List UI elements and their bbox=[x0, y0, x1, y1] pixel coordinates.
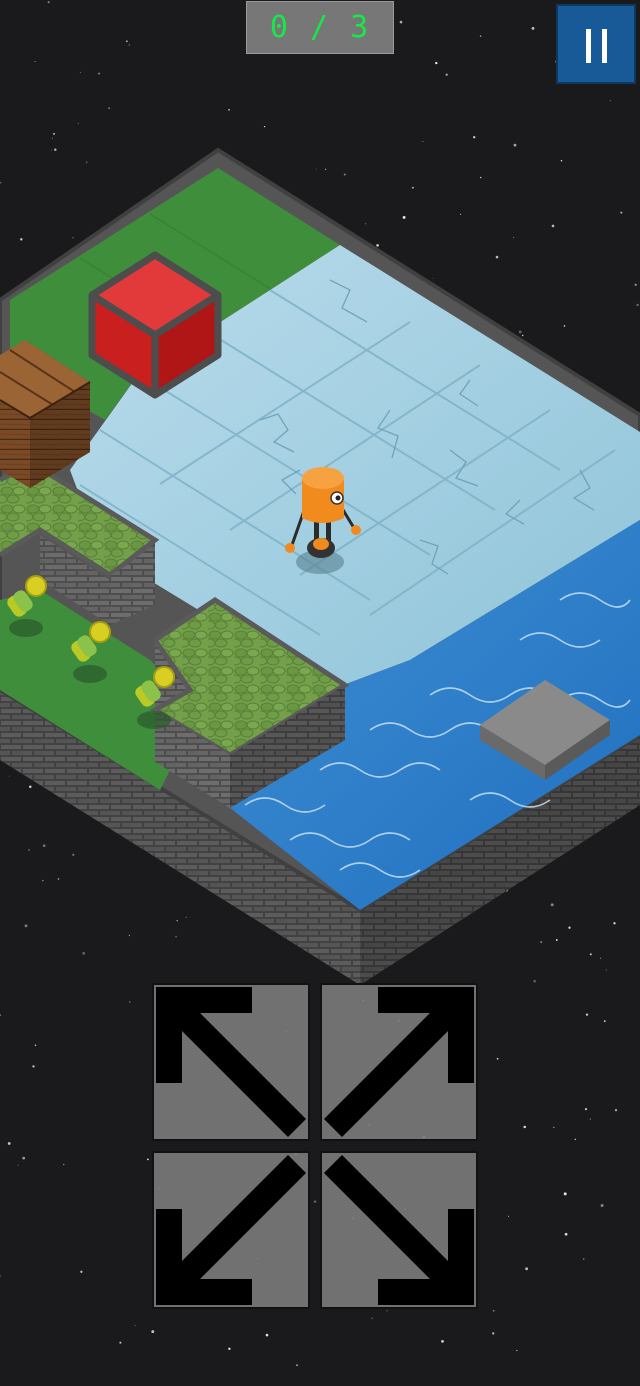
star bbox=[0, 1014, 2, 1017]
star bbox=[584, 1108, 588, 1111]
star bbox=[603, 1020, 606, 1023]
star bbox=[32, 1065, 35, 1068]
star bbox=[63, 1163, 65, 1166]
star bbox=[589, 1118, 591, 1120]
star bbox=[386, 1310, 388, 1312]
arrow-down-left-icon bbox=[156, 1155, 306, 1305]
star bbox=[525, 1267, 528, 1271]
star bbox=[119, 1341, 122, 1344]
star bbox=[563, 1192, 567, 1196]
star bbox=[129, 1001, 131, 1003]
star bbox=[134, 1325, 136, 1327]
star bbox=[496, 1057, 499, 1060]
arrow-up-left-icon bbox=[156, 987, 306, 1137]
star bbox=[7, 1142, 11, 1145]
star bbox=[564, 1232, 568, 1236]
star bbox=[313, 1200, 317, 1203]
star bbox=[614, 1108, 618, 1112]
star bbox=[441, 1340, 444, 1343]
star bbox=[600, 1204, 604, 1207]
star bbox=[582, 1258, 585, 1260]
move-up-right-button[interactable] bbox=[320, 983, 478, 1141]
star bbox=[523, 1125, 526, 1129]
move-down-right-button[interactable] bbox=[320, 1151, 478, 1309]
star bbox=[265, 1333, 269, 1337]
star bbox=[34, 1044, 37, 1047]
move-down-left-button[interactable] bbox=[152, 1151, 310, 1309]
pause-button[interactable] bbox=[556, 4, 636, 84]
star bbox=[151, 1330, 155, 1334]
star bbox=[574, 1138, 577, 1141]
arrow-up-right-icon bbox=[324, 987, 474, 1137]
star bbox=[585, 1013, 589, 1016]
star bbox=[147, 1158, 149, 1161]
star bbox=[516, 1349, 518, 1352]
star bbox=[371, 1317, 373, 1319]
star bbox=[508, 1215, 510, 1217]
star bbox=[553, 1126, 555, 1129]
move-up-left-button[interactable] bbox=[152, 983, 310, 1141]
star bbox=[0, 1275, 1, 1277]
star bbox=[492, 1309, 495, 1312]
star bbox=[22, 1156, 26, 1160]
star bbox=[17, 1164, 19, 1166]
arrow-down-right-icon bbox=[324, 1155, 474, 1305]
star bbox=[228, 1347, 231, 1351]
collected-counter: 0 / 3 bbox=[246, 1, 394, 54]
game-board bbox=[0, 147, 640, 985]
star bbox=[296, 1364, 298, 1367]
collected-counter-text: 0 / 3 bbox=[269, 10, 371, 45]
star bbox=[492, 1332, 495, 1335]
star bbox=[80, 1270, 83, 1273]
